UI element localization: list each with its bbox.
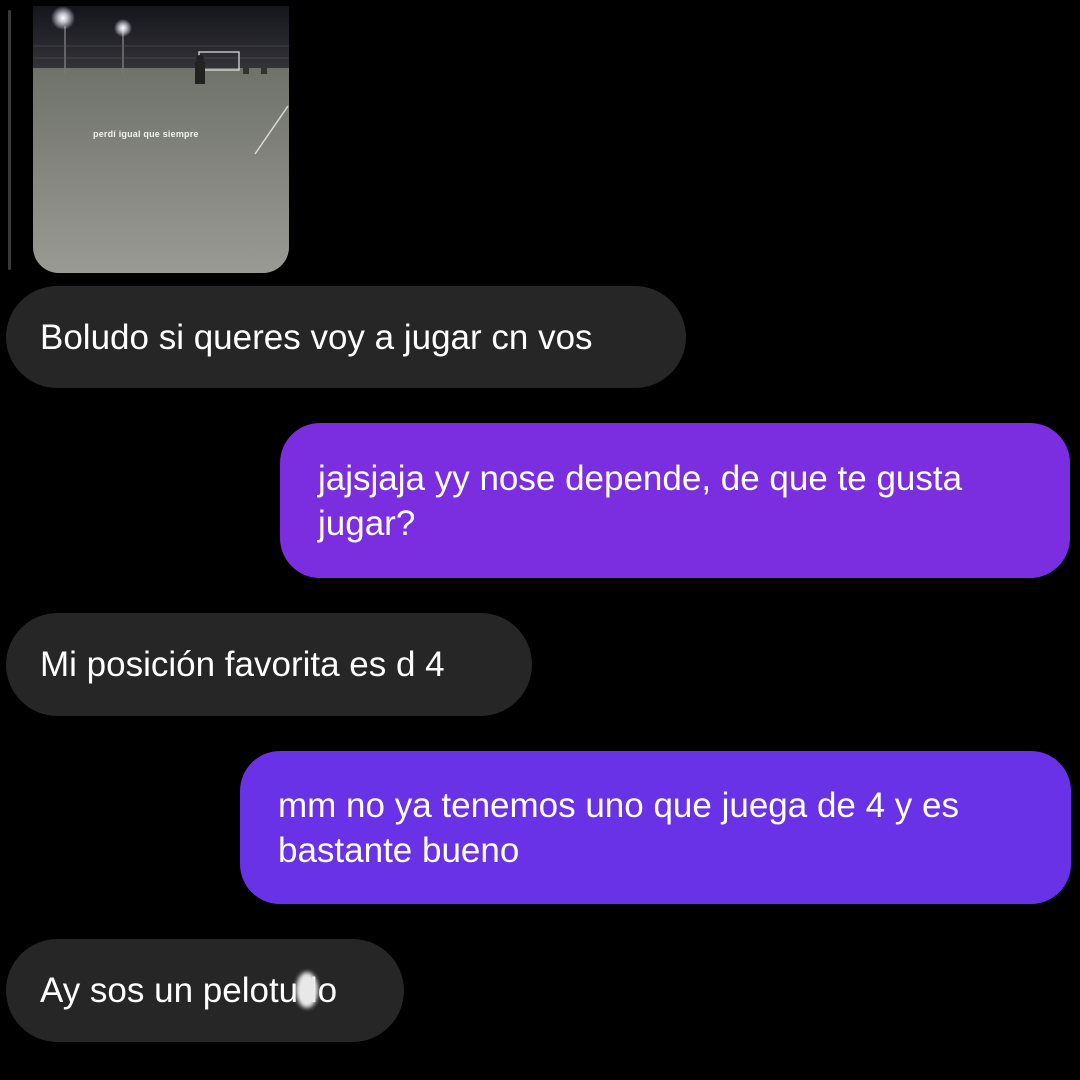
reply-indicator-line [8,10,11,270]
received-message-2[interactable]: Mi posición favorita es d 4 [6,613,532,716]
message-text: jajsjaja yy nose depende, de que te gust… [318,458,963,543]
censor-smudge [296,972,318,1008]
sent-message-2[interactable]: mm no ya tenemos uno que juega de 4 y es… [240,751,1071,904]
story-reply-thumbnail[interactable]: perdí igual que siempre [33,6,289,273]
message-text: Boludo si queres voy a jugar cn vos [40,317,593,357]
received-message-3[interactable]: Ay sos un pelotudo [6,939,404,1042]
chat-thread: perdí igual que siempre Boludo si queres… [0,0,1080,1080]
message-text: Mi posición favorita es d 4 [40,645,445,684]
message-text: mm no ya tenemos uno que juega de 4 y es… [278,785,959,870]
sent-message-1[interactable]: jajsjaja yy nose depende, de que te gust… [280,423,1070,578]
received-message-1[interactable]: Boludo si queres voy a jugar cn vos [6,286,686,388]
football-field-image [33,6,289,273]
message-text: Ay sos un pelotudo [40,971,338,1010]
story-caption: perdí igual que siempre [93,129,199,139]
